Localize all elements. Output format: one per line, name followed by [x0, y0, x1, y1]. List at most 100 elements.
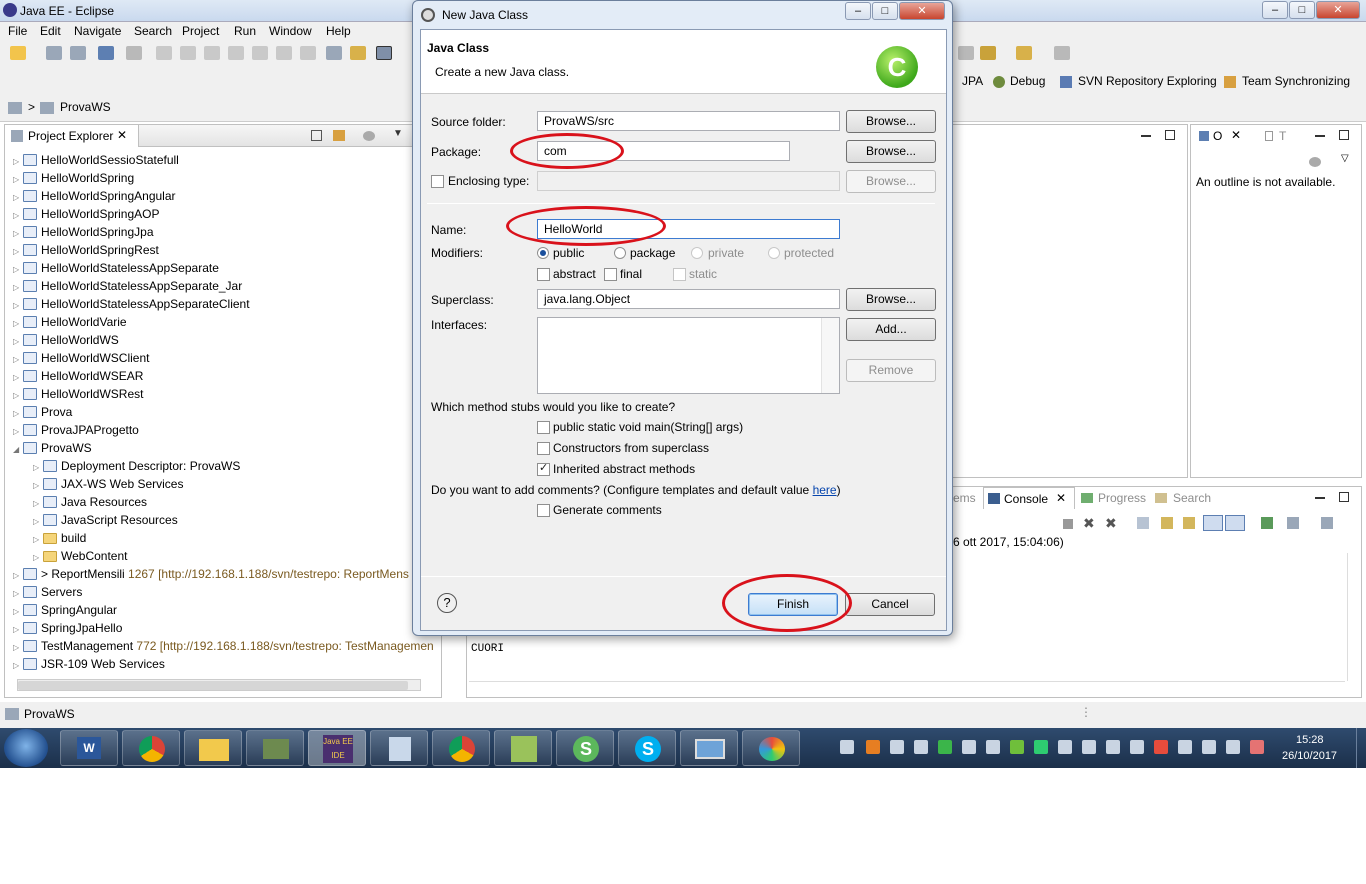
modifier-protected-label[interactable]: protected — [784, 246, 834, 260]
minimize-view-icon[interactable] — [1315, 497, 1325, 499]
menu-search[interactable]: Search — [134, 24, 172, 38]
tree-project-item[interactable]: ▷ HelloWorldWSEAR — [13, 367, 143, 385]
tree-child-item[interactable]: ▷ WebContent — [33, 547, 128, 565]
modifier-package-label[interactable]: package — [630, 246, 675, 260]
photo-app[interactable] — [680, 730, 738, 766]
show-desktop-button[interactable] — [1356, 728, 1366, 768]
tab-progress[interactable]: Progress — [1098, 491, 1146, 505]
tree-project-item[interactable]: ▷ SpringJpaHello — [13, 619, 122, 637]
clock-time[interactable]: 15:28 — [1296, 734, 1324, 746]
start-button[interactable] — [4, 729, 48, 767]
disconnect-icon[interactable] — [228, 46, 244, 60]
breadcrumb-project[interactable]: ProvaWS — [60, 100, 111, 114]
generate-comments-checkbox[interactable] — [537, 504, 550, 517]
cancel-button[interactable]: Cancel — [845, 593, 935, 616]
modifier-static-label[interactable]: static — [689, 267, 717, 281]
modifier-abstract-label[interactable]: abstract — [553, 267, 596, 281]
terminate-icon[interactable] — [1063, 519, 1073, 529]
modifier-final-label[interactable]: final — [620, 267, 642, 281]
dialog-minimize-button[interactable]: – — [845, 2, 871, 20]
stub-inherited-label[interactable]: Inherited abstract methods — [553, 462, 695, 476]
modifier-private-radio[interactable] — [691, 247, 703, 259]
tree-project-item[interactable]: ▷ HelloWorldSpringAOP — [13, 205, 160, 223]
maximize-view-icon[interactable] — [1339, 492, 1349, 502]
source-folder-browse-button[interactable]: Browse... — [846, 110, 936, 133]
remove-all-icon[interactable]: ✖ — [1105, 515, 1117, 532]
menu-edit[interactable]: Edit — [40, 24, 61, 38]
tree-project-item[interactable]: ▷ HelloWorldStatelessAppSeparateClient — [13, 295, 250, 313]
tray-icon-12[interactable] — [1106, 740, 1120, 754]
tree-project-item[interactable]: ▷ HelloWorldSpring — [13, 169, 134, 187]
interfaces-list[interactable] — [537, 317, 840, 394]
modifier-static-checkbox[interactable] — [673, 268, 686, 281]
tray-icon-7[interactable] — [986, 740, 1000, 754]
tree-project-item[interactable]: ▷ HelloWorldWSClient — [13, 349, 149, 367]
tray-icon-2[interactable] — [866, 740, 880, 754]
tab-console[interactable]: Console ✕ — [983, 487, 1075, 509]
save-icon[interactable] — [46, 46, 62, 60]
minimize-editor-icon[interactable] — [1141, 135, 1151, 137]
modifier-abstract-checkbox[interactable] — [537, 268, 550, 281]
tray-icon-3[interactable] — [890, 740, 904, 754]
show-on-output-icon[interactable] — [1203, 515, 1223, 531]
stub-main-checkbox[interactable] — [537, 421, 550, 434]
enclosing-type-browse-button[interactable]: Browse... — [846, 170, 936, 193]
save-all-icon[interactable] — [70, 46, 86, 60]
stub-main-label[interactable]: public static void main(String[] args) — [553, 420, 743, 434]
terminate-icon[interactable] — [204, 46, 220, 60]
tray-icon-5[interactable] — [938, 740, 952, 754]
expanded-arrow-icon[interactable]: ◢ — [13, 441, 23, 459]
tray-icon-13[interactable] — [1130, 740, 1144, 754]
tree-project-item[interactable]: ▷ HelloWorldWS — [13, 331, 119, 349]
tree-project-item[interactable]: ▷ SpringAngular — [13, 601, 117, 619]
network-tray-icon[interactable] — [1202, 740, 1216, 754]
volume-icon[interactable] — [1250, 740, 1264, 754]
collapsed-arrow-icon[interactable]: ▷ — [13, 657, 23, 675]
tree-project-item[interactable]: ▷ HelloWorldSpringJpa — [13, 223, 154, 241]
pin-console-icon[interactable] — [1261, 517, 1273, 529]
stub-inherited-checkbox[interactable]: ✓ — [537, 462, 550, 476]
console-vscrollbar[interactable] — [1347, 553, 1361, 681]
open-task-icon[interactable] — [350, 46, 366, 60]
tree-project-item[interactable]: ▷ > ReportMensili 1267 [http://192.168.1.… — [13, 565, 409, 583]
modifier-final-checkbox[interactable] — [604, 268, 617, 281]
tray-icon-14[interactable] — [1154, 740, 1168, 754]
modifier-private-label[interactable]: private — [708, 246, 744, 260]
filter-icon[interactable] — [363, 131, 375, 141]
menu-file[interactable]: File — [8, 24, 27, 38]
perspective-jpa[interactable]: JPA — [962, 74, 983, 88]
chrome-app[interactable] — [122, 730, 180, 766]
menu-help[interactable]: Help — [326, 24, 351, 38]
help-icon[interactable]: ? — [437, 593, 457, 613]
resume-icon[interactable] — [156, 46, 172, 60]
tree-project-item[interactable]: ▷ HelloWorldSpringRest — [13, 241, 159, 259]
stub-constructors-label[interactable]: Constructors from superclass — [553, 441, 709, 455]
tree-child-item[interactable]: ▷ JavaScript Resources — [33, 511, 178, 529]
tree-child-item[interactable]: ▷ Deployment Descriptor: ProvaWS — [33, 457, 240, 475]
tree-child-item[interactable]: ▷ JAX-WS Web Services — [33, 475, 183, 493]
filter-icon[interactable] — [1309, 157, 1321, 167]
signal-icon[interactable] — [1226, 740, 1240, 754]
clear-console-icon[interactable] — [1137, 517, 1149, 529]
remove-launch-icon[interactable]: ✖ — [1083, 515, 1095, 532]
tray-icon-11[interactable] — [1082, 740, 1096, 754]
stub-constructors-checkbox[interactable] — [537, 442, 550, 455]
superclass-input[interactable]: java.lang.Object — [537, 289, 840, 309]
tree-project-item[interactable]: ▷ ProvaJPAProgetto — [13, 421, 139, 439]
scroll-thumb[interactable] — [18, 681, 408, 690]
tray-icon-8[interactable] — [1010, 740, 1024, 754]
tree-child-item[interactable]: ▷ Java Resources — [33, 493, 147, 511]
step-over-icon[interactable] — [276, 46, 292, 60]
display-console-icon[interactable] — [1287, 517, 1299, 529]
tray-icon-9[interactable] — [1034, 740, 1048, 754]
close-icon[interactable]: ✕ — [117, 128, 127, 142]
toggle-icon[interactable] — [376, 46, 392, 60]
close-window-button[interactable]: ✕ — [1316, 1, 1360, 19]
tree-project-item[interactable]: ▷ JSR-109 Web Services — [13, 655, 165, 673]
menu-window[interactable]: Window — [269, 24, 312, 38]
last-edit-icon[interactable] — [980, 46, 996, 60]
interfaces-remove-button[interactable]: Remove — [846, 359, 936, 382]
flag-icon[interactable] — [1178, 740, 1192, 754]
maximize-editor-icon[interactable] — [1165, 130, 1175, 140]
perspective-team[interactable]: Team Synchronizing — [1242, 74, 1350, 88]
